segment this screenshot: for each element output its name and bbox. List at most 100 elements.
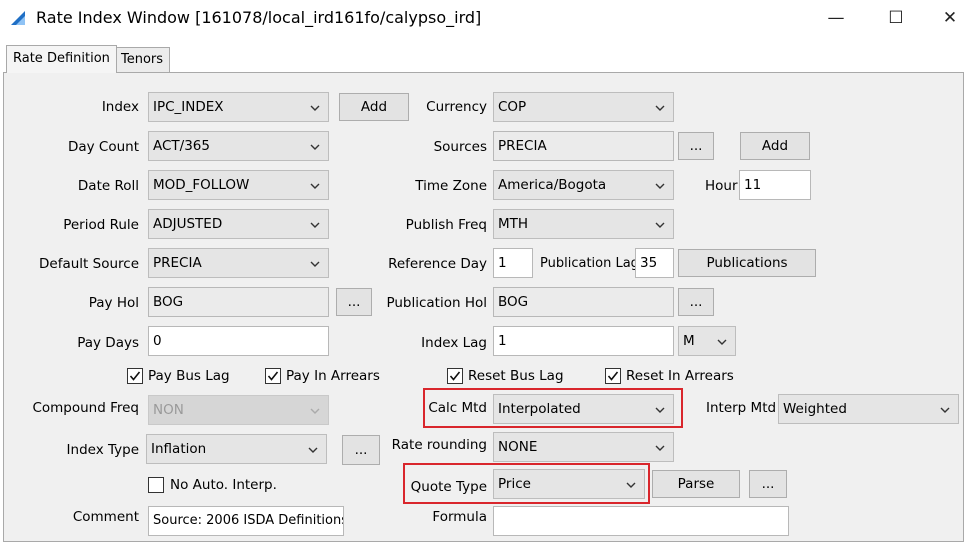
publication-lag-input[interactable]: 35	[635, 248, 674, 278]
chevron-down-icon	[310, 144, 320, 150]
index-type-value: Inflation	[151, 441, 207, 457]
time-zone-value: America/Bogota	[498, 177, 607, 193]
period-rule-value: ADJUSTED	[153, 216, 223, 232]
window-title: Rate Index Window [161078/local_ird161fo…	[36, 8, 482, 27]
publications-button[interactable]: Publications	[678, 249, 816, 277]
reset-in-arrears-label: Reset In Arrears	[626, 368, 734, 384]
formula-input[interactable]	[493, 506, 789, 536]
currency-label: Currency	[426, 99, 487, 115]
publication-hol-field[interactable]: BOG	[493, 287, 674, 317]
tab-rate-definition[interactable]: Rate Definition	[6, 45, 117, 73]
no-auto-interp-checkbox[interactable]	[148, 477, 164, 493]
pay-days-label: Pay Days	[77, 335, 139, 351]
hour-input[interactable]: 11	[739, 170, 811, 200]
period-rule-label: Period Rule	[63, 217, 139, 233]
quote-type-browse-button[interactable]: ...	[749, 470, 787, 498]
quote-type-select[interactable]: Price	[493, 469, 645, 499]
no-auto-interp-label: No Auto. Interp.	[170, 477, 277, 493]
date-roll-select[interactable]: MOD_FOLLOW	[148, 170, 329, 200]
chevron-down-icon	[655, 222, 665, 228]
reset-bus-lag-label: Reset Bus Lag	[468, 368, 564, 384]
pay-hol-browse-button[interactable]: ...	[336, 288, 372, 316]
index-type-label: Index Type	[66, 442, 139, 458]
publication-hol-browse-button[interactable]: ...	[678, 288, 714, 316]
pay-bus-lag-checkbox[interactable]	[127, 368, 143, 384]
app-icon	[11, 11, 25, 25]
hour-label: Hour	[705, 178, 738, 194]
time-zone-select[interactable]: America/Bogota	[493, 170, 674, 200]
comment-input[interactable]: Source: 2006 ISDA Definitions	[148, 506, 344, 536]
compound-freq-value: NON	[153, 402, 184, 418]
formula-label: Formula	[432, 509, 487, 525]
index-select-value: IPC_INDEX	[153, 99, 224, 115]
index-lag-input[interactable]: 1	[493, 326, 674, 356]
minimize-button[interactable]: —	[816, 4, 856, 32]
pay-in-arrears-label: Pay In Arrears	[286, 368, 380, 384]
index-lag-unit-value: M	[683, 333, 695, 349]
reset-bus-lag-checkbox[interactable]	[447, 368, 463, 384]
rate-rounding-value: NONE	[498, 439, 538, 455]
chevron-down-icon	[310, 183, 320, 189]
reference-day-label: Reference Day	[388, 256, 487, 272]
currency-value: COP	[498, 99, 527, 115]
rate-rounding-label: Rate rounding	[391, 437, 487, 453]
pay-hol-label: Pay Hol	[88, 295, 139, 311]
time-zone-label: Time Zone	[415, 178, 487, 194]
index-label: Index	[101, 99, 139, 115]
reset-in-arrears-checkbox[interactable]	[605, 368, 621, 384]
check-icon	[129, 371, 141, 381]
check-icon	[607, 371, 619, 381]
chevron-down-icon	[310, 105, 320, 111]
interp-mtd-select[interactable]: Weighted	[778, 394, 959, 424]
tab-tenors[interactable]: Tenors	[114, 47, 171, 72]
interp-mtd-label: Interp Mtd	[706, 400, 777, 416]
pay-hol-field[interactable]: BOG	[148, 287, 329, 317]
comment-label: Comment	[72, 509, 139, 525]
default-source-label: Default Source	[39, 256, 139, 272]
compound-freq-label: Compound Freq	[32, 400, 139, 416]
chevron-down-icon	[310, 261, 320, 267]
chevron-down-icon	[655, 183, 665, 189]
calc-mtd-select[interactable]: Interpolated	[493, 394, 674, 424]
period-rule-select[interactable]: ADJUSTED	[148, 209, 329, 239]
date-roll-label: Date Roll	[77, 178, 139, 194]
chevron-down-icon	[310, 408, 320, 414]
reference-day-input[interactable]: 1	[493, 248, 533, 278]
chevron-down-icon	[310, 222, 320, 228]
quote-type-value: Price	[498, 476, 531, 492]
pay-in-arrears-checkbox[interactable]	[265, 368, 281, 384]
sources-add-button[interactable]: Add	[740, 132, 810, 160]
publish-freq-label: Publish Freq	[405, 217, 487, 233]
day-count-select[interactable]: ACT/365	[148, 131, 329, 161]
close-button[interactable]: ✕	[930, 4, 966, 32]
maximize-button[interactable]: ☐	[876, 4, 916, 32]
calc-mtd-label: Calc Mtd	[428, 400, 487, 416]
calc-mtd-value: Interpolated	[498, 401, 581, 417]
chevron-down-icon	[655, 105, 665, 111]
pay-days-input[interactable]: 0	[148, 326, 329, 356]
sources-label: Sources	[433, 139, 487, 155]
chevron-down-icon	[940, 407, 950, 413]
default-source-select[interactable]: PRECIA	[148, 248, 329, 278]
interp-mtd-value: Weighted	[783, 401, 847, 417]
rate-rounding-select[interactable]: NONE	[493, 432, 674, 462]
publication-hol-label: Publication Hol	[386, 295, 487, 311]
publish-freq-select[interactable]: MTH	[493, 209, 674, 239]
chevron-down-icon	[626, 482, 636, 488]
day-count-value: ACT/365	[153, 138, 210, 154]
check-icon	[449, 371, 461, 381]
compound-freq-select: NON	[148, 395, 329, 425]
sources-browse-button[interactable]: ...	[678, 132, 714, 160]
index-lag-unit-select[interactable]: M	[678, 326, 736, 356]
sources-field[interactable]: PRECIA	[493, 131, 674, 161]
quote-type-label: Quote Type	[410, 479, 487, 495]
date-roll-value: MOD_FOLLOW	[153, 177, 250, 193]
default-source-value: PRECIA	[153, 255, 202, 271]
publish-freq-value: MTH	[498, 216, 529, 232]
index-type-select[interactable]: Inflation	[146, 434, 327, 464]
index-select[interactable]: IPC_INDEX	[148, 92, 329, 122]
parse-button[interactable]: Parse	[652, 470, 740, 498]
index-type-browse-button[interactable]: ...	[342, 435, 380, 465]
publication-lag-label: Publication Lag	[540, 256, 639, 271]
currency-select[interactable]: COP	[493, 92, 674, 122]
